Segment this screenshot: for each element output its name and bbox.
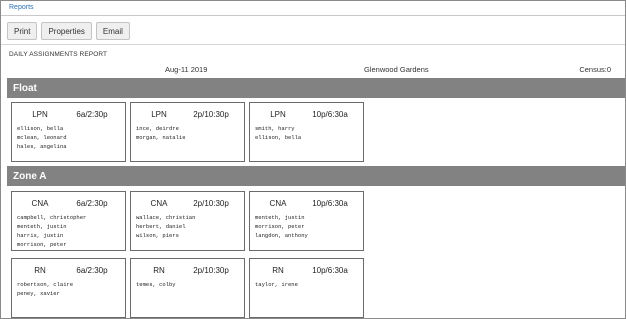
divider	[1, 44, 625, 45]
report-window: Reports Print Properties Email DAILY ASS…	[0, 0, 626, 319]
staff-list: campbell, christopher menteth, justin ha…	[17, 213, 86, 249]
top-bar: Reports	[1, 1, 625, 16]
shift-label: 10p/6:30a	[312, 199, 348, 208]
staff-name: ince, deirdre	[136, 125, 179, 132]
shift-label: 6a/2:30p	[76, 110, 108, 119]
staff-name: morgan, natalie	[136, 134, 186, 141]
shift-label: 6a/2:30p	[76, 199, 108, 208]
card-header: LPN 2p/10:30p	[131, 110, 246, 120]
shift-label: 6a/2:30p	[76, 266, 108, 275]
shift-label: 10p/6:30a	[312, 110, 348, 119]
assignment-card: CNA 6a/2:30p campbell, christopher mente…	[11, 191, 126, 251]
role-label: CNA	[269, 199, 287, 208]
staff-name: temes, colby	[136, 281, 176, 288]
assignment-card: RN 10p/6:30a taylor, irene	[249, 258, 364, 318]
report-title: DAILY ASSIGNMENTS REPORT	[9, 51, 108, 58]
staff-name: menteth, justin	[17, 223, 67, 230]
zone-header-zone-a: Zone A	[7, 166, 625, 186]
card-header: LPN 10p/6:30a	[250, 110, 365, 120]
staff-name: wilson, piers	[136, 232, 179, 239]
staff-name: ellison, bella	[17, 125, 64, 132]
staff-name: harris, justin	[17, 232, 64, 239]
staff-list: ince, deirdre morgan, natalie	[136, 124, 186, 142]
role-label: RN	[34, 266, 46, 275]
assignment-card: LPN 2p/10:30p ince, deirdre morgan, nata…	[130, 102, 245, 162]
staff-name: robertson, claire	[17, 281, 74, 288]
staff-name: campbell, christopher	[17, 214, 87, 221]
shift-label: 10p/6:30a	[312, 266, 348, 275]
card-header: RN 2p/10:30p	[131, 266, 246, 276]
staff-list: ellison, bella mclean, leonard hales, an…	[17, 124, 67, 151]
toolbar: Print Properties Email	[7, 22, 130, 40]
shift-label: 2p/10:30p	[193, 266, 229, 275]
zone-header-float: Float	[7, 78, 625, 98]
census-count: Census:0	[579, 65, 611, 74]
staff-list: wallace, christian herbert, daniel wilso…	[136, 213, 195, 240]
shift-label: 2p/10:30p	[193, 110, 229, 119]
staff-name: menteth, justin	[255, 214, 305, 221]
assignment-card: RN 2p/10:30p temes, colby	[130, 258, 245, 318]
role-label: RN	[153, 266, 165, 275]
card-header: CNA 2p/10:30p	[131, 199, 246, 209]
staff-name: langdon, anthony	[255, 232, 308, 239]
role-label: LPN	[270, 110, 286, 119]
role-label: RN	[272, 266, 284, 275]
assignment-card: CNA 10p/6:30a menteth, justin morrison, …	[249, 191, 364, 251]
card-header: CNA 6a/2:30p	[12, 199, 127, 209]
staff-name: ellison, bella	[255, 134, 302, 141]
assignment-card: RN 6a/2:30p robertson, claire peney, xav…	[11, 258, 126, 318]
staff-name: smith, harry	[255, 125, 295, 132]
staff-name: wallace, christian	[136, 214, 196, 221]
card-header: LPN 6a/2:30p	[12, 110, 127, 120]
staff-name: mclean, leonard	[17, 134, 67, 141]
shift-label: 2p/10:30p	[193, 199, 229, 208]
staff-list: menteth, justin morrison, peter langdon,…	[255, 213, 308, 240]
role-label: CNA	[31, 199, 49, 208]
staff-list: smith, harry ellison, bella	[255, 124, 301, 142]
print-button[interactable]: Print	[7, 22, 38, 40]
breadcrumb-reports[interactable]: Reports	[9, 4, 34, 11]
staff-list: robertson, claire peney, xavier	[17, 280, 73, 298]
assignment-card: CNA 2p/10:30p wallace, christian herbert…	[130, 191, 245, 251]
staff-name: hales, angelina	[17, 143, 67, 150]
card-header: RN 10p/6:30a	[250, 266, 365, 276]
staff-name: taylor, irene	[255, 281, 298, 288]
staff-list: taylor, irene	[255, 280, 298, 289]
assignment-card: LPN 10p/6:30a smith, harry ellison, bell…	[249, 102, 364, 162]
staff-name: peney, xavier	[17, 290, 60, 297]
role-label: LPN	[32, 110, 48, 119]
email-button[interactable]: Email	[95, 22, 130, 40]
card-header: RN 6a/2:30p	[12, 266, 127, 276]
staff-list: temes, colby	[136, 280, 176, 289]
role-label: LPN	[151, 110, 167, 119]
staff-name: morrison, peter	[255, 223, 305, 230]
staff-name: herbert, daniel	[136, 223, 186, 230]
card-header: CNA 10p/6:30a	[250, 199, 365, 209]
assignment-card: LPN 6a/2:30p ellison, bella mclean, leon…	[11, 102, 126, 162]
staff-name: morrison, peter	[17, 241, 67, 248]
role-label: CNA	[150, 199, 168, 208]
report-date: Aug-11 2019	[165, 65, 208, 74]
properties-button[interactable]: Properties	[41, 22, 92, 40]
facility-name: Glenwood Gardens	[364, 65, 429, 74]
